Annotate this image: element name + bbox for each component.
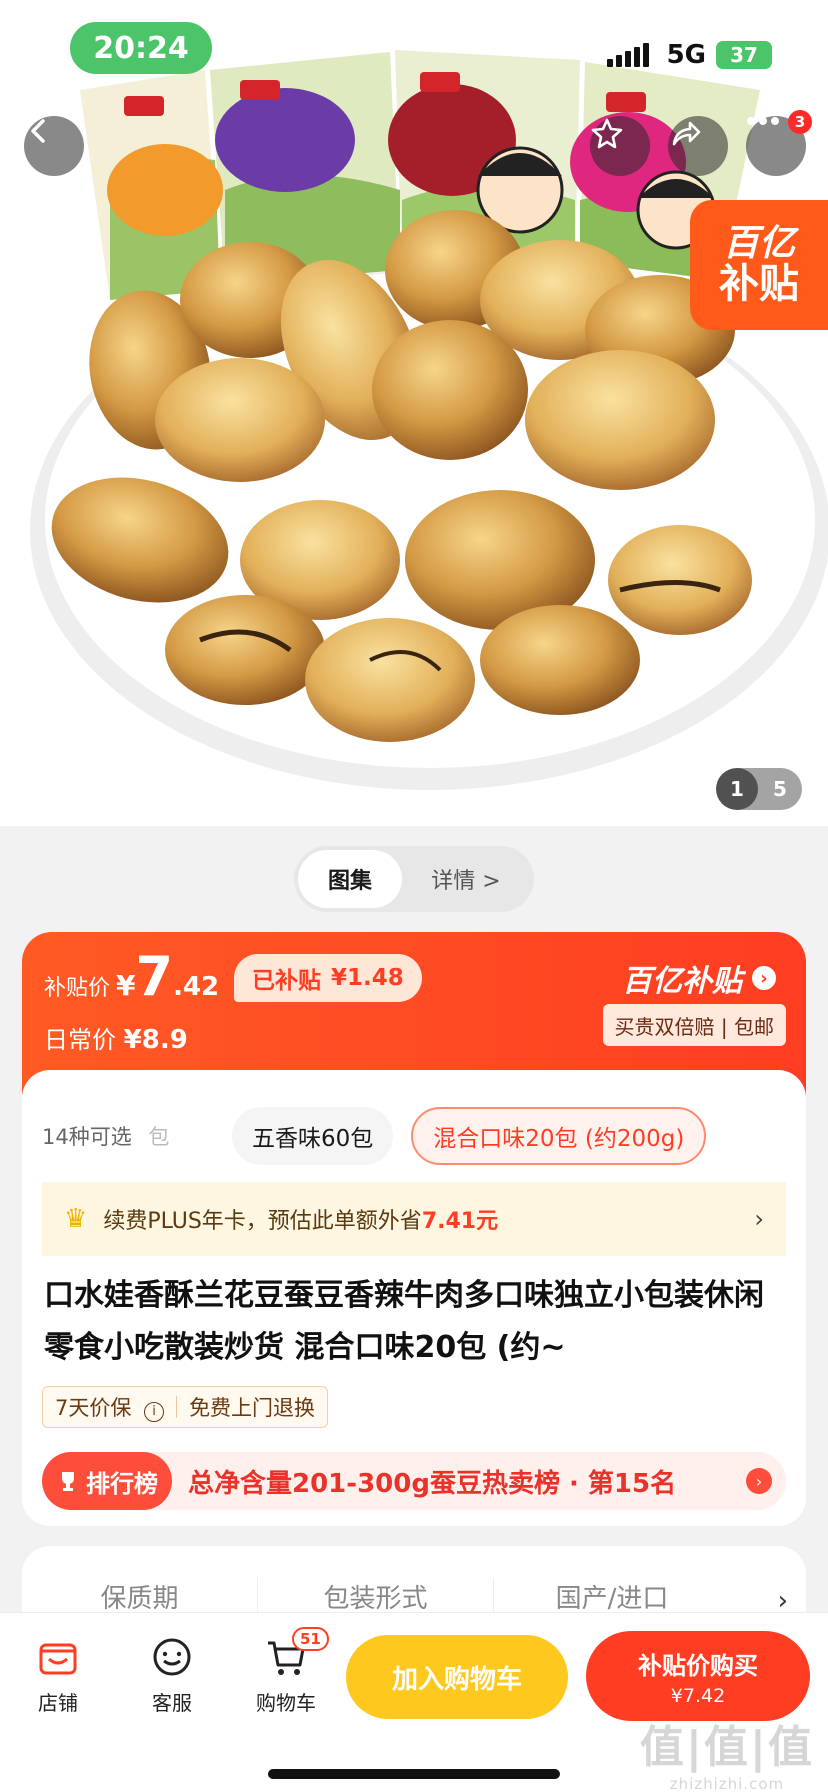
price-integer: 7 [135, 945, 174, 1008]
ranking-tag-label: 排行榜 [86, 1469, 158, 1498]
subsidy-tag-line2: 补贴 [719, 260, 799, 307]
ranking-text: 总净含量201-300g蚕豆热卖榜 · 第15名 [188, 1468, 677, 1499]
cart-button[interactable]: 51 购物车 [236, 1627, 336, 1716]
store-icon [39, 1643, 77, 1675]
store-label: 店铺 [38, 1691, 78, 1715]
billion-subsidy-text: 百亿补贴 [622, 964, 742, 999]
chevron-right-icon: › [754, 1205, 764, 1233]
more-icon [747, 117, 779, 125]
status-indicators: 5G 37 [606, 40, 772, 70]
cart-count-badge: 51 [292, 1627, 329, 1651]
subsidy-tag: 百亿 补贴 [690, 200, 828, 330]
sku-option-selected[interactable]: 混合口味20包 (约200g) [411, 1107, 707, 1165]
watermark-url: zhizhizhi.com [669, 1775, 785, 1792]
store-button[interactable]: 店铺 [8, 1631, 108, 1716]
battery-icon: 37 [716, 41, 772, 69]
billion-subsidy-logo[interactable]: 百亿补贴 › [622, 956, 776, 1000]
sku-selector: 14种可选 包 五香味60包 混合口味20包 (约200g) [42, 1106, 707, 1166]
trophy-icon [62, 1472, 74, 1491]
customer-service-label: 客服 [152, 1691, 192, 1715]
image-pager: 1 5 [716, 768, 802, 810]
sku-option[interactable]: 五香味60包 [232, 1107, 394, 1165]
more-button[interactable]: 3 [746, 110, 812, 176]
battery-level: 37 [730, 43, 758, 67]
signal-icon [606, 43, 649, 67]
sku-count-text: 14种可选 [42, 1125, 132, 1149]
add-to-cart-button[interactable]: 加入购物车 [346, 1635, 568, 1719]
price-decimal: .42 [173, 972, 220, 1002]
star-icon [591, 118, 623, 149]
gallery-details-switch: 图集 详情 > [294, 846, 534, 912]
watermark: 值|值|值 zhizhizhi.com [640, 1711, 814, 1792]
plus-membership-bar[interactable]: ♛ 续费PLUS年卡，预估此单额外省 7.41元 › [42, 1182, 786, 1256]
chat-icon [153, 1638, 191, 1676]
notification-badge: 3 [788, 110, 812, 134]
tab-details[interactable]: 详情 > [402, 863, 530, 895]
customer-service-button[interactable]: 客服 [122, 1631, 222, 1716]
subsidy-price-label: 补贴价 [44, 976, 111, 1001]
home-indicator[interactable] [268, 1769, 560, 1779]
bottom-action-bar: 店铺 客服 51 购物车 加入购物车 补贴价购买 ¥7.42 值|值|值 zhi… [0, 1612, 828, 1792]
plus-saving: 7.41元 [421, 1209, 499, 1234]
regular-price-value: ¥8.9 [123, 1025, 188, 1055]
info-icon: i [144, 1401, 165, 1422]
plus-text: 续费PLUS年卡，预估此单额外省 [103, 1209, 422, 1234]
subsidy-tag-line1: 百亿 [722, 223, 795, 265]
pager-total: 5 [773, 777, 787, 801]
pager-current: 1 [716, 768, 758, 810]
product-image-carousel[interactable]: 20:24 5G 37 3 百亿 补贴 1 5 [0, 0, 828, 826]
service-badges[interactable]: 7天价保 i 免费上门退换 [42, 1386, 329, 1428]
regular-price: 日常价 ¥8.9 [44, 1020, 188, 1055]
buy-label: 补贴价购买 [638, 1651, 758, 1680]
share-button[interactable] [668, 116, 728, 176]
tab-gallery[interactable]: 图集 [298, 850, 402, 908]
buy-price: ¥7.42 [670, 1684, 726, 1707]
buy-now-button[interactable]: 补贴价购买 ¥7.42 [586, 1631, 810, 1721]
product-title: 口水娃香酥兰花豆蚕豆香辣牛肉多口味独立小包装休闲零食小吃散装炒货 混合口味20包… [44, 1278, 764, 1365]
currency-symbol: ¥ [116, 969, 136, 1002]
price-protection: 7天价保 i [43, 1392, 176, 1422]
sku-partial-option: 包 [148, 1125, 170, 1149]
spec-shelf-life: 保质期 [22, 1578, 258, 1615]
cart-label: 购物车 [256, 1691, 316, 1715]
subsidized-amount: ¥1.48 [331, 965, 404, 991]
status-time: 20:24 [70, 22, 212, 74]
sku-count[interactable]: 14种可选 包 [42, 1121, 214, 1151]
chevron-right-icon: › [752, 966, 776, 990]
product-info-card: 14种可选 包 五香味60包 混合口味20包 (约200g) ♛ 续费PLUS年… [22, 1070, 806, 1526]
crown-icon: ♛ [64, 1204, 88, 1234]
regular-price-label: 日常价 [44, 1026, 116, 1054]
subsidized-label: 已补贴 [252, 968, 321, 994]
network-type: 5G [666, 40, 706, 70]
free-return: 免费上门退换 [189, 1396, 316, 1420]
watermark-logo: 值|值|值 [639, 1722, 814, 1773]
chevron-left-icon [31, 119, 45, 143]
ranking-bar[interactable]: 排行榜 总净含量201-300g蚕豆热卖榜 · 第15名 › [42, 1452, 786, 1510]
chevron-right-icon: › [746, 1468, 772, 1494]
back-button[interactable] [24, 116, 84, 176]
subsidized-amount-pill: 已补贴 ¥1.48 [234, 954, 422, 1002]
guarantee-badge: 买贵双倍赔 | 包邮 [602, 1004, 786, 1046]
share-icon [672, 121, 701, 146]
ranking-tag: 排行榜 [42, 1452, 172, 1510]
subsidy-price: 补贴价 ¥ 7 .42 [44, 950, 219, 1004]
spec-origin: 国产/进口 [555, 1584, 669, 1614]
favorite-button[interactable] [590, 116, 650, 176]
spec-packaging: 包装形式 [258, 1578, 494, 1615]
price-protection-text: 7天价保 [55, 1396, 132, 1420]
